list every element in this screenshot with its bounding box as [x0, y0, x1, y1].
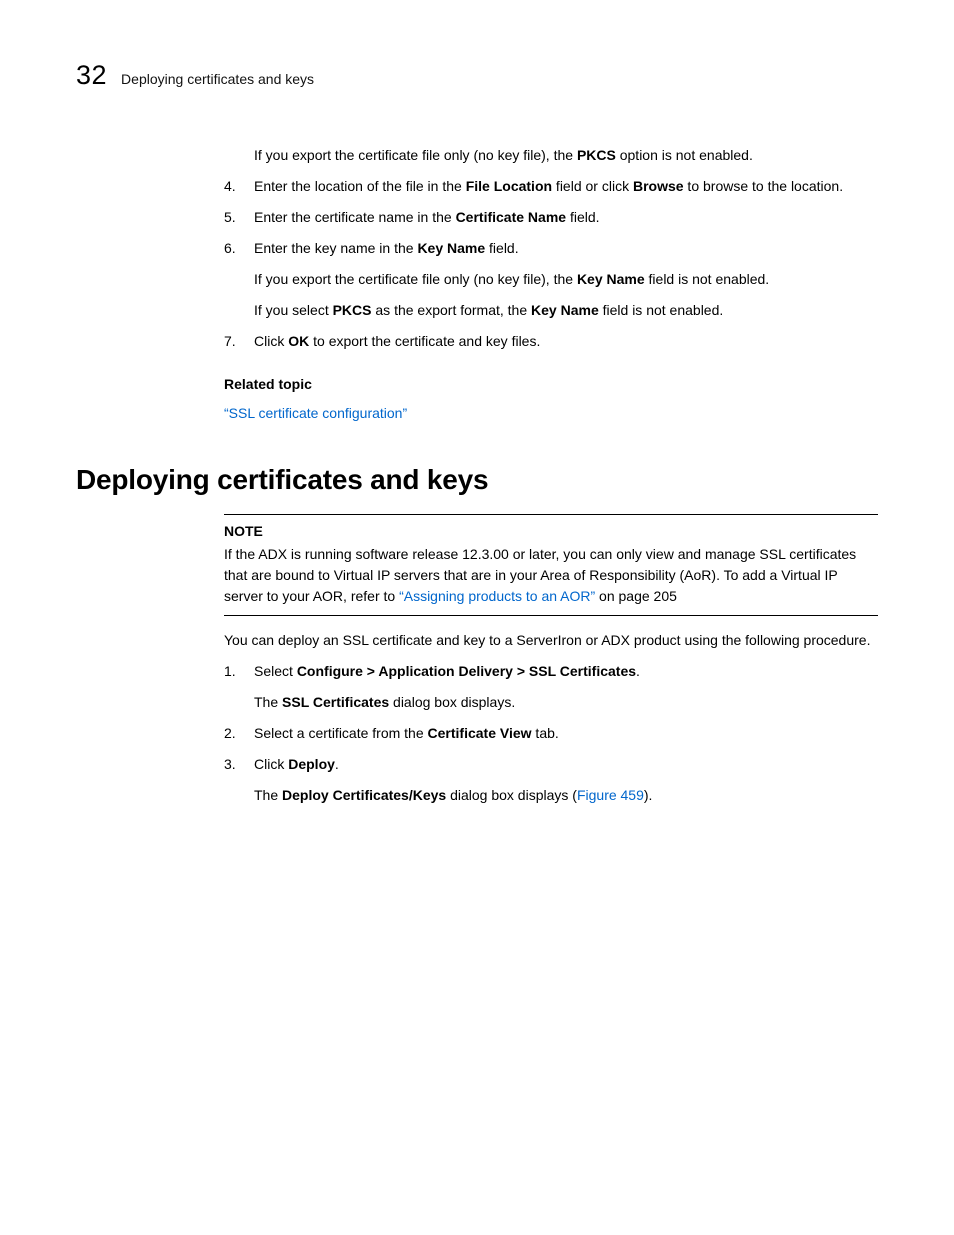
text: field or click [552, 178, 633, 194]
text: option is not enabled. [616, 147, 753, 163]
text: field is not enabled. [599, 302, 724, 318]
running-title: Deploying certificates and keys [121, 71, 314, 87]
step-6: 6. Enter the key name in the Key Name fi… [224, 238, 878, 321]
step-number: 3. [224, 754, 236, 775]
step-2: 2. Select a certificate from the Certifi… [224, 723, 878, 744]
text: . [636, 663, 640, 679]
note-label: NOTE [224, 521, 878, 542]
step-number: 4. [224, 176, 236, 197]
step-number: 2. [224, 723, 236, 744]
text: The [254, 694, 282, 710]
section-heading: Deploying certificates and keys [76, 464, 878, 496]
steps-list-top: 4. Enter the location of the file in the… [224, 176, 878, 352]
text: Click [254, 333, 288, 349]
term-key-name: Key Name [417, 240, 485, 256]
term-pkcs: PKCS [333, 302, 372, 318]
text: Click [254, 756, 288, 772]
figure-link[interactable]: Figure 459 [577, 787, 644, 803]
term-key-name: Key Name [531, 302, 599, 318]
text: field. [485, 240, 518, 256]
text: dialog box displays ( [446, 787, 577, 803]
body-column-section: NOTE If the ADX is running software rele… [224, 514, 878, 806]
text: to browse to the location. [684, 178, 844, 194]
term-deploy: Deploy [288, 756, 335, 772]
term-browse: Browse [633, 178, 684, 194]
text: Select a certificate from the [254, 725, 428, 741]
text: as the export format, the [372, 302, 532, 318]
text: to export the certificate and key files. [309, 333, 540, 349]
step-7: 7. Click OK to export the certificate an… [224, 331, 878, 352]
text: Select [254, 663, 297, 679]
text: tab. [532, 725, 559, 741]
step-number: 7. [224, 331, 236, 352]
text: Enter the location of the file in the [254, 178, 466, 194]
term-ok: OK [288, 333, 309, 349]
note-box: NOTE If the ADX is running software rele… [224, 514, 878, 616]
text: ). [644, 787, 653, 803]
steps-list-deploy: 1. Select Configure > Application Delive… [224, 661, 878, 806]
step-number: 5. [224, 207, 236, 228]
step-3: 3. Click Deploy. The Deploy Certificates… [224, 754, 878, 806]
text: field is not enabled. [645, 271, 770, 287]
term-pkcs: PKCS [577, 147, 616, 163]
term-file-location: File Location [466, 178, 552, 194]
step-4: 4. Enter the location of the file in the… [224, 176, 878, 197]
text: on page 205 [595, 588, 677, 604]
text: If you export the certificate file only … [254, 271, 577, 287]
chapter-number: 32 [76, 60, 107, 91]
term-cert-name: Certificate Name [456, 209, 567, 225]
body-column: If you export the certificate file only … [224, 145, 878, 424]
term-ssl-certificates: SSL Certificates [282, 694, 389, 710]
step-1: 1. Select Configure > Application Delive… [224, 661, 878, 713]
note-link[interactable]: “Assigning products to an AOR” [399, 588, 595, 604]
text: Enter the certificate name in the [254, 209, 456, 225]
page: 32 Deploying certificates and keys If yo… [0, 0, 954, 1235]
related-topic-link[interactable]: “SSL certificate configuration” [224, 405, 407, 421]
text: field. [566, 209, 599, 225]
step-3-sub: The Deploy Certificates/Keys dialog box … [254, 785, 878, 806]
text: dialog box displays. [389, 694, 515, 710]
term-deploy-dialog: Deploy Certificates/Keys [282, 787, 446, 803]
term-key-name: Key Name [577, 271, 645, 287]
related-topic-heading: Related topic [224, 374, 878, 395]
step-6-sub2: If you select PKCS as the export format,… [254, 300, 878, 321]
section-intro-paragraph: You can deploy an SSL certificate and ke… [224, 630, 878, 651]
text: If you select [254, 302, 333, 318]
step-number: 1. [224, 661, 236, 682]
text: . [335, 756, 339, 772]
step-number: 6. [224, 238, 236, 259]
menu-path: Configure > Application Delivery > SSL C… [297, 663, 636, 679]
note-body: If the ADX is running software release 1… [224, 546, 856, 604]
text: Enter the key name in the [254, 240, 417, 256]
term-certificate-view: Certificate View [428, 725, 532, 741]
step-6-sub1: If you export the certificate file only … [254, 269, 878, 290]
running-header: 32 Deploying certificates and keys [76, 60, 878, 91]
step-5: 5. Enter the certificate name in the Cer… [224, 207, 878, 228]
step-1-sub: The SSL Certificates dialog box displays… [254, 692, 878, 713]
text: If you export the certificate file only … [254, 147, 577, 163]
intro-paragraph: If you export the certificate file only … [224, 145, 878, 166]
text: The [254, 787, 282, 803]
